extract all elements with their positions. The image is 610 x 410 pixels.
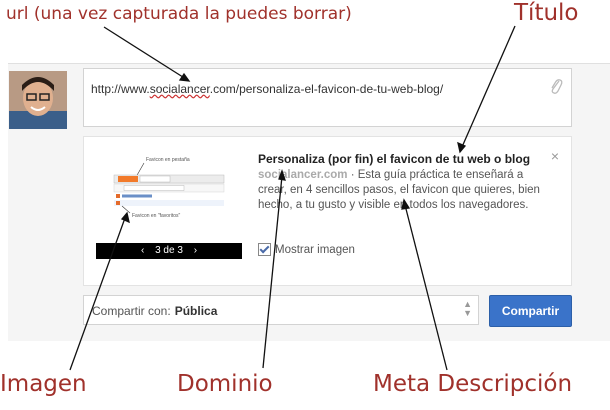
annotation-meta: Meta Descripción [373,371,573,397]
annotation-dominio: Dominio [177,371,273,397]
annotation-imagen: Imagen [0,371,87,397]
annotation-arrows [69,25,516,371]
